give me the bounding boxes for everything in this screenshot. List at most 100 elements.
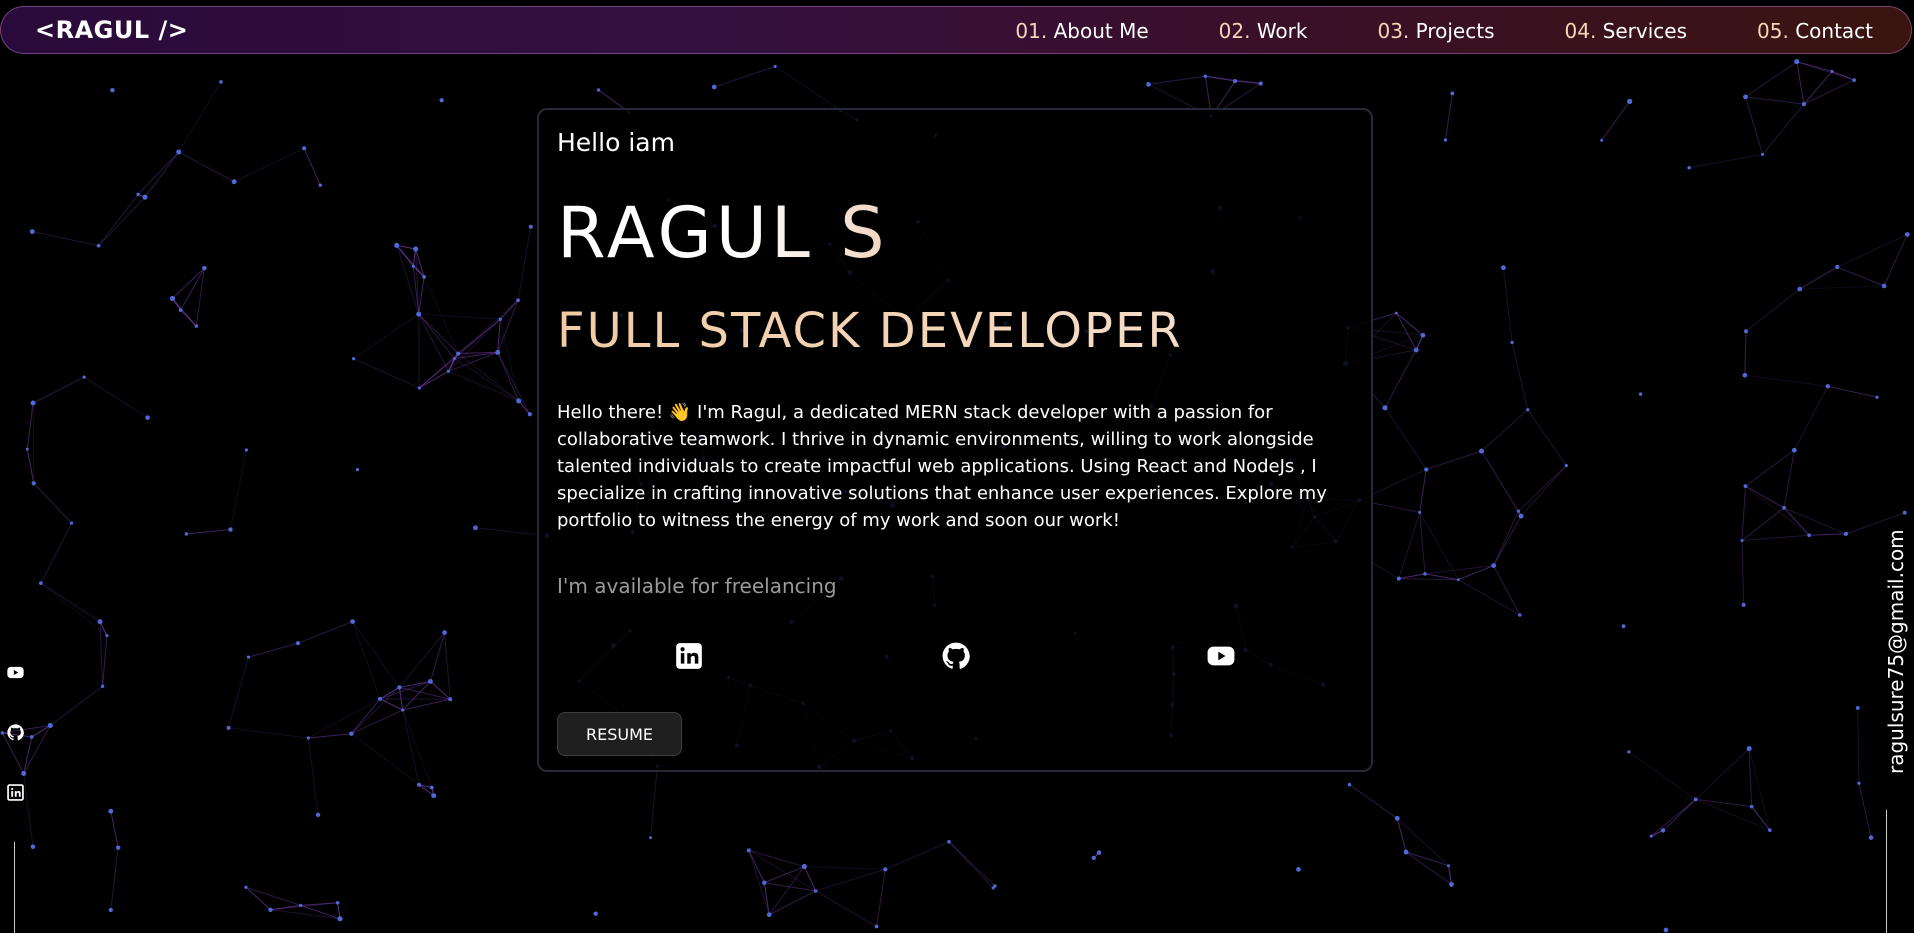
particle-dot: [29, 229, 35, 235]
resume-button[interactable]: RESUME: [557, 712, 682, 756]
particle-link: [1650, 799, 1696, 837]
particle-link: [1349, 784, 1398, 819]
particle-link: [1405, 851, 1452, 885]
particle-dot: [411, 264, 415, 268]
particle-dot: [1743, 94, 1748, 100]
particle-dot: [38, 581, 43, 586]
particle-dot: [1807, 533, 1811, 538]
particle-link: [32, 376, 85, 404]
particle-dot: [417, 386, 421, 390]
particle-link: [1745, 449, 1795, 487]
particle-dot: [1830, 69, 1834, 73]
email-link[interactable]: ragulsure75@gmail.com: [1884, 529, 1908, 774]
particle-link: [497, 300, 519, 353]
particle-dot: [1801, 102, 1807, 107]
particle-link: [1809, 533, 1846, 536]
particle-dot: [1660, 828, 1666, 833]
particle-link: [815, 868, 886, 892]
particle-dot: [337, 916, 343, 922]
particle-link: [137, 151, 180, 195]
particle-dot: [528, 224, 533, 229]
nav-number: 05.: [1757, 19, 1789, 43]
nav-link-contact[interactable]: 05. Contact: [1757, 19, 1873, 43]
particle-link: [1803, 79, 1855, 105]
particle-link: [1148, 75, 1206, 85]
particle-dot: [178, 308, 183, 312]
particle-link: [352, 621, 400, 688]
particle-dot: [1296, 867, 1301, 872]
particle-link: [1493, 515, 1522, 566]
nav-link-work[interactable]: 02. Work: [1219, 19, 1308, 43]
particle-dot: [145, 415, 150, 420]
particle-link: [396, 245, 420, 315]
particle-dot: [351, 357, 356, 361]
particle-link: [26, 402, 34, 450]
particle-dot: [1564, 463, 1568, 468]
particle-link: [172, 267, 205, 299]
particle-link: [1493, 510, 1519, 566]
particle-link: [1748, 748, 1771, 831]
logo[interactable]: <RAGUL />: [35, 16, 188, 44]
particle-dot: [1420, 332, 1426, 338]
github-icon[interactable]: [7, 724, 24, 741]
particle-link: [418, 276, 425, 315]
particle-link: [1783, 450, 1795, 508]
particle-dot: [947, 839, 951, 844]
particle-dot: [1794, 59, 1800, 65]
github-icon[interactable]: [942, 642, 970, 670]
youtube-icon[interactable]: [7, 664, 24, 681]
particle-link: [398, 632, 445, 688]
particle-dot: [1743, 329, 1748, 334]
particle-link: [379, 680, 431, 700]
linkedin-icon[interactable]: [675, 642, 703, 670]
particle-link: [804, 866, 886, 870]
particle-dot: [1423, 572, 1427, 576]
particle-dot: [1687, 166, 1691, 170]
particle-link: [1426, 450, 1482, 470]
card-linkedin-link[interactable]: [675, 642, 703, 674]
particle-dot: [1902, 510, 1907, 515]
particle-link: [1858, 783, 1872, 838]
particle-dot: [1091, 855, 1096, 861]
particle-link: [1520, 465, 1567, 517]
card-youtube-link[interactable]: [1207, 642, 1235, 674]
nav-link-about-me[interactable]: 01. About Me: [1015, 19, 1148, 43]
particle-dot: [1835, 264, 1840, 270]
particle-dot: [1852, 78, 1856, 82]
particle-dot: [350, 619, 355, 625]
particle-dot: [417, 782, 422, 787]
particle-dot: [1760, 152, 1765, 157]
particle-dot: [97, 619, 103, 625]
particle-dot: [1638, 392, 1643, 396]
particle-dot: [244, 448, 248, 452]
particle-link: [351, 709, 403, 735]
particle-link: [353, 313, 419, 360]
particle-dot: [1418, 510, 1422, 514]
particle-dot: [527, 412, 532, 417]
particle-link: [1745, 288, 1801, 332]
nav-link-services[interactable]: 04. Services: [1565, 19, 1688, 43]
particle-link: [396, 245, 425, 278]
particle-dot: [993, 884, 997, 888]
particle-link: [1741, 486, 1746, 541]
linkedin-icon[interactable]: [7, 784, 24, 801]
particle-dot: [473, 525, 478, 531]
card-github-link[interactable]: [942, 642, 970, 674]
particle-link: [517, 226, 532, 301]
particle-link: [448, 318, 501, 372]
particle-link: [178, 151, 235, 183]
particle-link: [98, 194, 139, 246]
youtube-icon[interactable]: [1207, 642, 1235, 670]
particle-dot: [31, 481, 36, 486]
particle-link: [351, 733, 420, 786]
particle-link: [186, 529, 231, 535]
particle-dot: [498, 317, 502, 321]
particle-link: [178, 81, 222, 153]
particle-link: [32, 231, 99, 247]
nav-link-projects[interactable]: 03. Projects: [1377, 19, 1494, 43]
particle-dot: [439, 98, 444, 103]
particle-dot: [318, 183, 322, 187]
particle-link: [110, 811, 119, 848]
particle-dot: [1347, 782, 1352, 787]
particle-dot: [82, 375, 86, 379]
